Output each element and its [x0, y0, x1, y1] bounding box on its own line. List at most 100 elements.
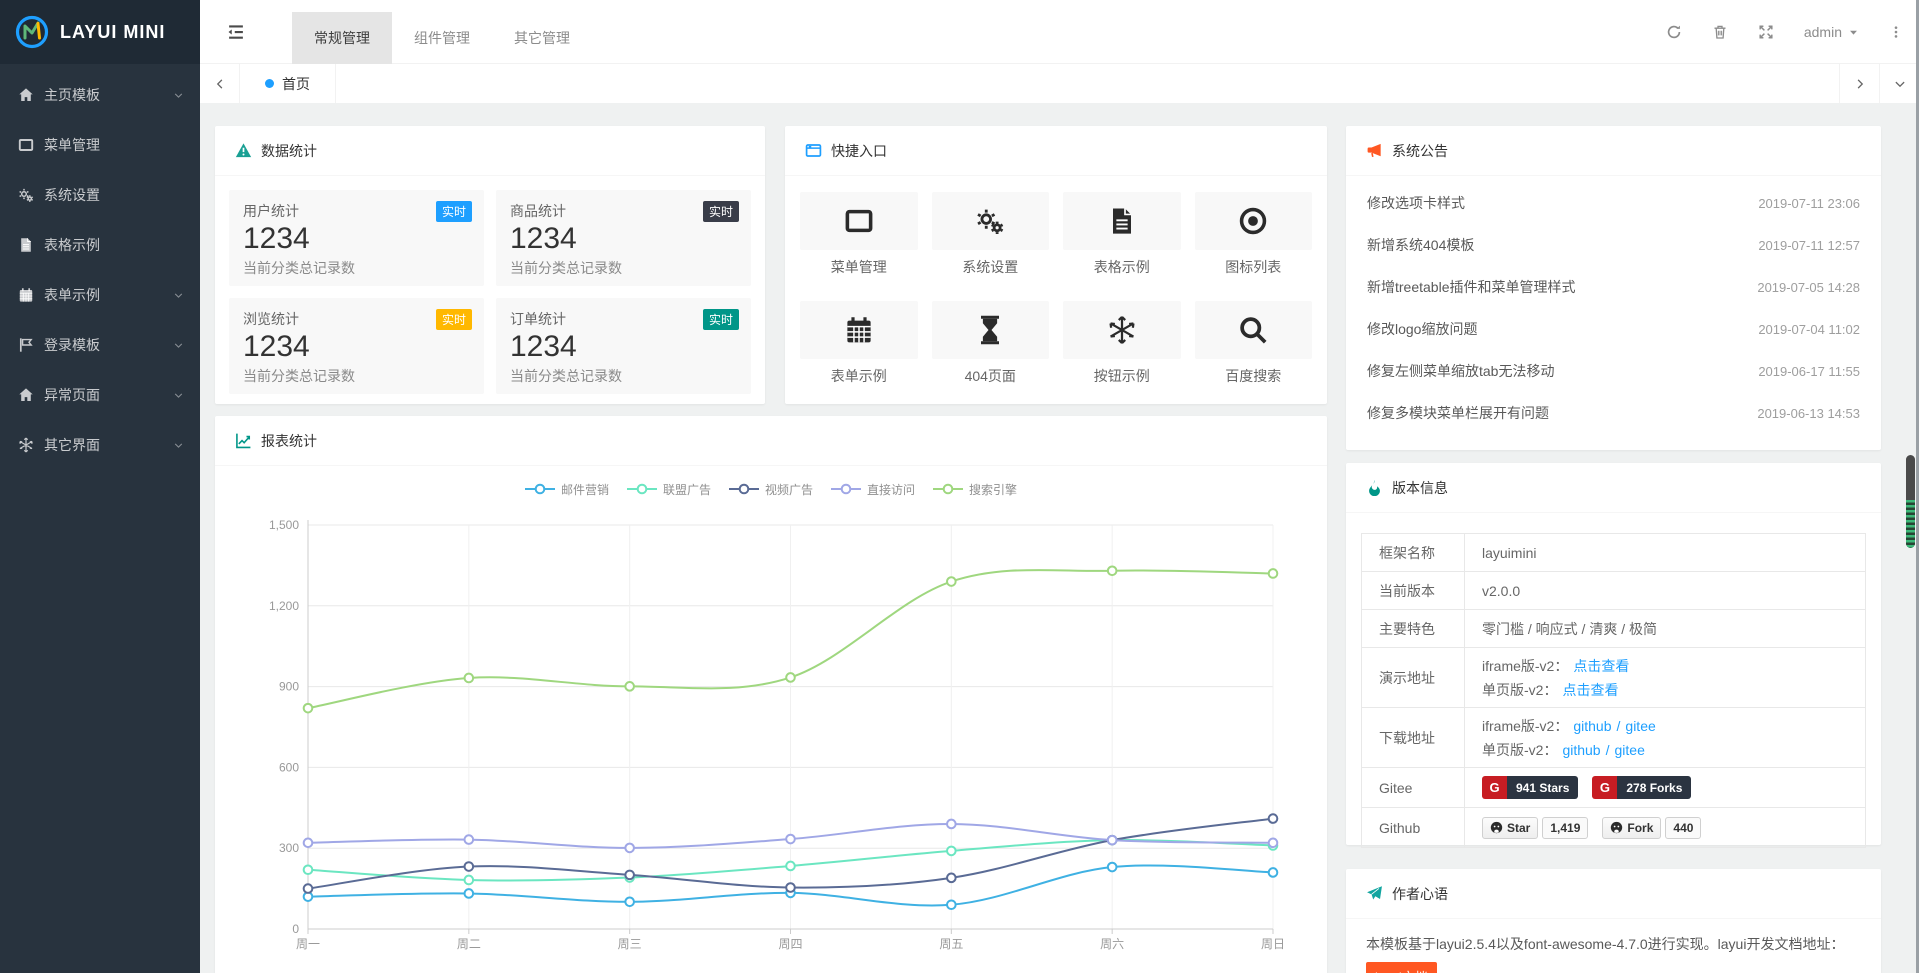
sidebar-item-label: 系统设置	[44, 185, 100, 205]
github-count[interactable]: 440	[1665, 817, 1701, 839]
layui-doc-button[interactable]: layui文档	[1366, 962, 1437, 973]
tab-home[interactable]: 首页	[240, 64, 336, 103]
sidebar-item-2[interactable]: 系统设置	[0, 170, 200, 220]
fire-icon	[1366, 479, 1383, 496]
announcement-text: 新增系统404模板	[1367, 235, 1474, 255]
tab-scroll-right-button[interactable]	[1839, 64, 1879, 103]
github-count[interactable]: 1,419	[1542, 817, 1588, 839]
legend-item-4[interactable]: 搜索引擎	[933, 481, 1017, 498]
module-tab-0[interactable]: 常规管理	[292, 12, 392, 64]
sidebar-item-7[interactable]: 其它界面	[0, 420, 200, 470]
chevron-down-icon	[173, 290, 184, 301]
author-paragraph: 本模板基于layui2.5.4以及font-awesome-4.7.0进行实现。…	[1366, 936, 1844, 952]
menu-fold-icon[interactable]	[226, 22, 246, 42]
github-fork-button[interactable]: Fork	[1602, 817, 1661, 839]
version-link[interactable]: 点击查看	[1573, 656, 1629, 676]
shortcut-3[interactable]: 图标列表	[1195, 192, 1313, 277]
shortcut-6[interactable]: 按钮示例	[1063, 301, 1181, 386]
announcement-row-1[interactable]: 新增系统404模板 2019-07-11 12:57	[1367, 224, 1860, 266]
sidebar-item-label: 表单示例	[44, 285, 100, 305]
author-body: 本模板基于layui2.5.4以及font-awesome-4.7.0进行实现。…	[1346, 919, 1881, 973]
chart-line-icon	[235, 432, 252, 449]
link-prefix: 单页版-v2：	[1482, 680, 1557, 700]
tab-home-label: 首页	[282, 74, 310, 94]
chart-legend: 邮件营销 联盟广告 视频广告 直接访问 搜索引擎	[215, 478, 1327, 500]
sidebar-item-1[interactable]: 菜单管理	[0, 120, 200, 170]
window-icon	[844, 206, 874, 236]
sidebar: LAYUI MINI 主页模板菜单管理系统设置表格示例表单示例登录模板异常页面其…	[0, 0, 200, 973]
version-link[interactable]: gitee	[1625, 718, 1655, 734]
page-scrollbar[interactable]	[1906, 0, 1915, 973]
data-statistics-header: 数据统计	[215, 126, 765, 176]
sidebar-item-6[interactable]: 异常页面	[0, 370, 200, 420]
sidebar-item-3[interactable]: 表格示例	[0, 220, 200, 270]
version-link[interactable]: 点击查看	[1562, 680, 1618, 700]
announcement-text: 修复多模块菜单栏展开有问题	[1367, 403, 1549, 423]
version-row-label: 框架名称	[1362, 534, 1465, 571]
window-bar-icon	[805, 142, 822, 159]
version-row-label: 演示地址	[1362, 648, 1465, 707]
shortcut-label: 系统设置	[932, 257, 1050, 277]
more-menu-icon[interactable]	[1889, 24, 1903, 40]
stat-desc: 当前分类总记录数	[510, 366, 737, 386]
logo[interactable]: LAYUI MINI	[0, 0, 200, 64]
version-link[interactable]: github	[1562, 742, 1600, 758]
chevron-left-icon	[214, 78, 226, 90]
sidebar-item-label: 表格示例	[44, 235, 100, 255]
user-dropdown[interactable]: admin	[1804, 24, 1859, 40]
fullscreen-icon[interactable]	[1758, 24, 1774, 40]
author-card: 作者心语 本模板基于layui2.5.4以及font-awesome-4.7.0…	[1346, 869, 1881, 973]
announcement-date: 2019-07-11 23:06	[1758, 196, 1860, 211]
version-link[interactable]: gitee	[1615, 742, 1645, 758]
legend-item-1[interactable]: 联盟广告	[627, 481, 711, 498]
svg-text:300: 300	[279, 841, 299, 855]
announcement-row-3[interactable]: 修改logo缩放问题2019-07-04 11:02	[1367, 308, 1860, 350]
line-chart: 03006009001,2001,500周一周二周三周四周五周六周日	[230, 500, 1312, 970]
tab-scroll-left-button[interactable]	[200, 64, 240, 103]
shortcut-1[interactable]: 系统设置	[932, 192, 1050, 277]
window-icon	[18, 137, 34, 153]
sidebar-item-5[interactable]: 登录模板	[0, 320, 200, 370]
github-logo-icon	[1490, 821, 1503, 834]
stat-box-2: 浏览统计实时1234当前分类总记录数	[229, 298, 484, 394]
shortcut-7[interactable]: 百度搜索	[1195, 301, 1313, 386]
module-tab-2[interactable]: 其它管理	[492, 12, 592, 64]
clear-cache-trash-icon[interactable]	[1712, 24, 1728, 40]
sidebar-item-0[interactable]: 主页模板	[0, 70, 200, 120]
home-icon	[18, 387, 34, 403]
scrollbar-thumb[interactable]	[1906, 455, 1915, 548]
shortcut-2[interactable]: 表格示例	[1063, 192, 1181, 277]
shortcut-0[interactable]: 菜单管理	[800, 192, 918, 277]
version-row-4: 下载地址iframe版-v2：github/gitee单页版-v2：github…	[1362, 708, 1865, 768]
sidebar-item-4[interactable]: 表单示例	[0, 270, 200, 320]
module-tab-1[interactable]: 组件管理	[392, 12, 492, 64]
gitee-badge[interactable]: G278 Forks	[1592, 776, 1691, 799]
announcement-date: 2019-07-04 11:02	[1758, 322, 1860, 337]
shortcut-5[interactable]: 404页面	[932, 301, 1050, 386]
announcement-row-0[interactable]: 修改选项卡样式2019-07-11 23:06	[1367, 182, 1860, 224]
version-table: 框架名称layuimini当前版本v2.0.0主要特色零门槛 / 响应式 / 清…	[1361, 533, 1866, 848]
legend-item-0[interactable]: 邮件营销	[525, 481, 609, 498]
layuimini-dashboard: LAYUI MINI 主页模板菜单管理系统设置表格示例表单示例登录模板异常页面其…	[0, 0, 1919, 973]
legend-marker-icon	[831, 483, 861, 495]
legend-item-3[interactable]: 直接访问	[831, 481, 915, 498]
github-star-button[interactable]: Star	[1482, 817, 1538, 839]
gitee-logo-icon: G	[1482, 776, 1507, 799]
announcement-date: 2019-07-11 12:57	[1758, 238, 1860, 253]
flag-icon	[18, 337, 34, 353]
announcement-row-2[interactable]: 新增treetable插件和菜单管理样式2019-07-05 14:28	[1367, 266, 1860, 308]
svg-text:周二: 周二	[457, 937, 481, 951]
github-widget: Fork440	[1602, 817, 1701, 839]
announcement-row-5[interactable]: 修复多模块菜单栏展开有问题2019-06-13 14:53	[1367, 392, 1860, 434]
top-header: 常规管理组件管理其它管理 admin	[200, 0, 1919, 64]
gitee-badge[interactable]: G941 Stars	[1482, 776, 1578, 799]
legend-item-2[interactable]: 视频广告	[729, 481, 813, 498]
stat-box-3: 订单统计实时1234当前分类总记录数	[496, 298, 751, 394]
calendar-icon	[18, 287, 34, 303]
shortcut-4[interactable]: 表单示例	[800, 301, 918, 386]
report-chart-card: 报表统计 邮件营销联盟广告视频广告直接访问搜索引擎 03006009001,20…	[215, 416, 1327, 973]
announcement-row-4[interactable]: 修复左侧菜单缩放tab无法移动2019-06-17 11:55	[1367, 350, 1860, 392]
svg-text:1,500: 1,500	[269, 518, 299, 532]
refresh-icon[interactable]	[1666, 24, 1682, 40]
version-link[interactable]: github	[1573, 718, 1611, 734]
